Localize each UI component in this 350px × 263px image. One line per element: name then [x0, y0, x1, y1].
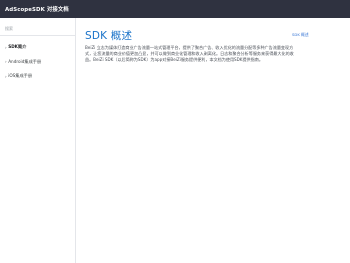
- chevron-right-icon: ›: [5, 44, 7, 50]
- chevron-right-icon: ›: [5, 73, 7, 79]
- sidebar-item-label: iOS集成手册: [8, 73, 33, 79]
- chevron-right-icon: ›: [5, 59, 7, 65]
- search-input[interactable]: [5, 24, 70, 33]
- sidebar: › SDK简介 › Android集成手册 › iOS集成手册: [0, 18, 76, 263]
- main-content: SDK 概述 SDK 概述 BeiZi 立志为媒体打造商业广告流量一站式管理平台…: [77, 18, 350, 263]
- sidebar-item-sdk-intro[interactable]: › SDK简介: [0, 40, 75, 55]
- sidebar-item-label: SDK简介: [8, 44, 27, 50]
- sidebar-item-android-guide[interactable]: › Android集成手册: [0, 55, 75, 70]
- sidebar-search: [0, 22, 75, 36]
- sidebar-item-label: Android集成手册: [8, 58, 42, 64]
- app-title: AdScopeSDK 对接文档: [5, 7, 69, 13]
- page-title: SDK 概述: [85, 30, 133, 42]
- toc-link-sdk-overview[interactable]: SDK 概述: [292, 32, 309, 38]
- overview-paragraph: BeiZi 立志为媒体打造商业广告流量一站式管理平台，提供了聚合广告、收入优化的…: [85, 45, 294, 63]
- top-header-bar: AdScopeSDK 对接文档: [0, 0, 350, 18]
- sidebar-nav: › SDK简介 › Android集成手册 › iOS集成手册: [0, 40, 75, 84]
- sidebar-item-ios-guide[interactable]: › iOS集成手册: [0, 69, 75, 84]
